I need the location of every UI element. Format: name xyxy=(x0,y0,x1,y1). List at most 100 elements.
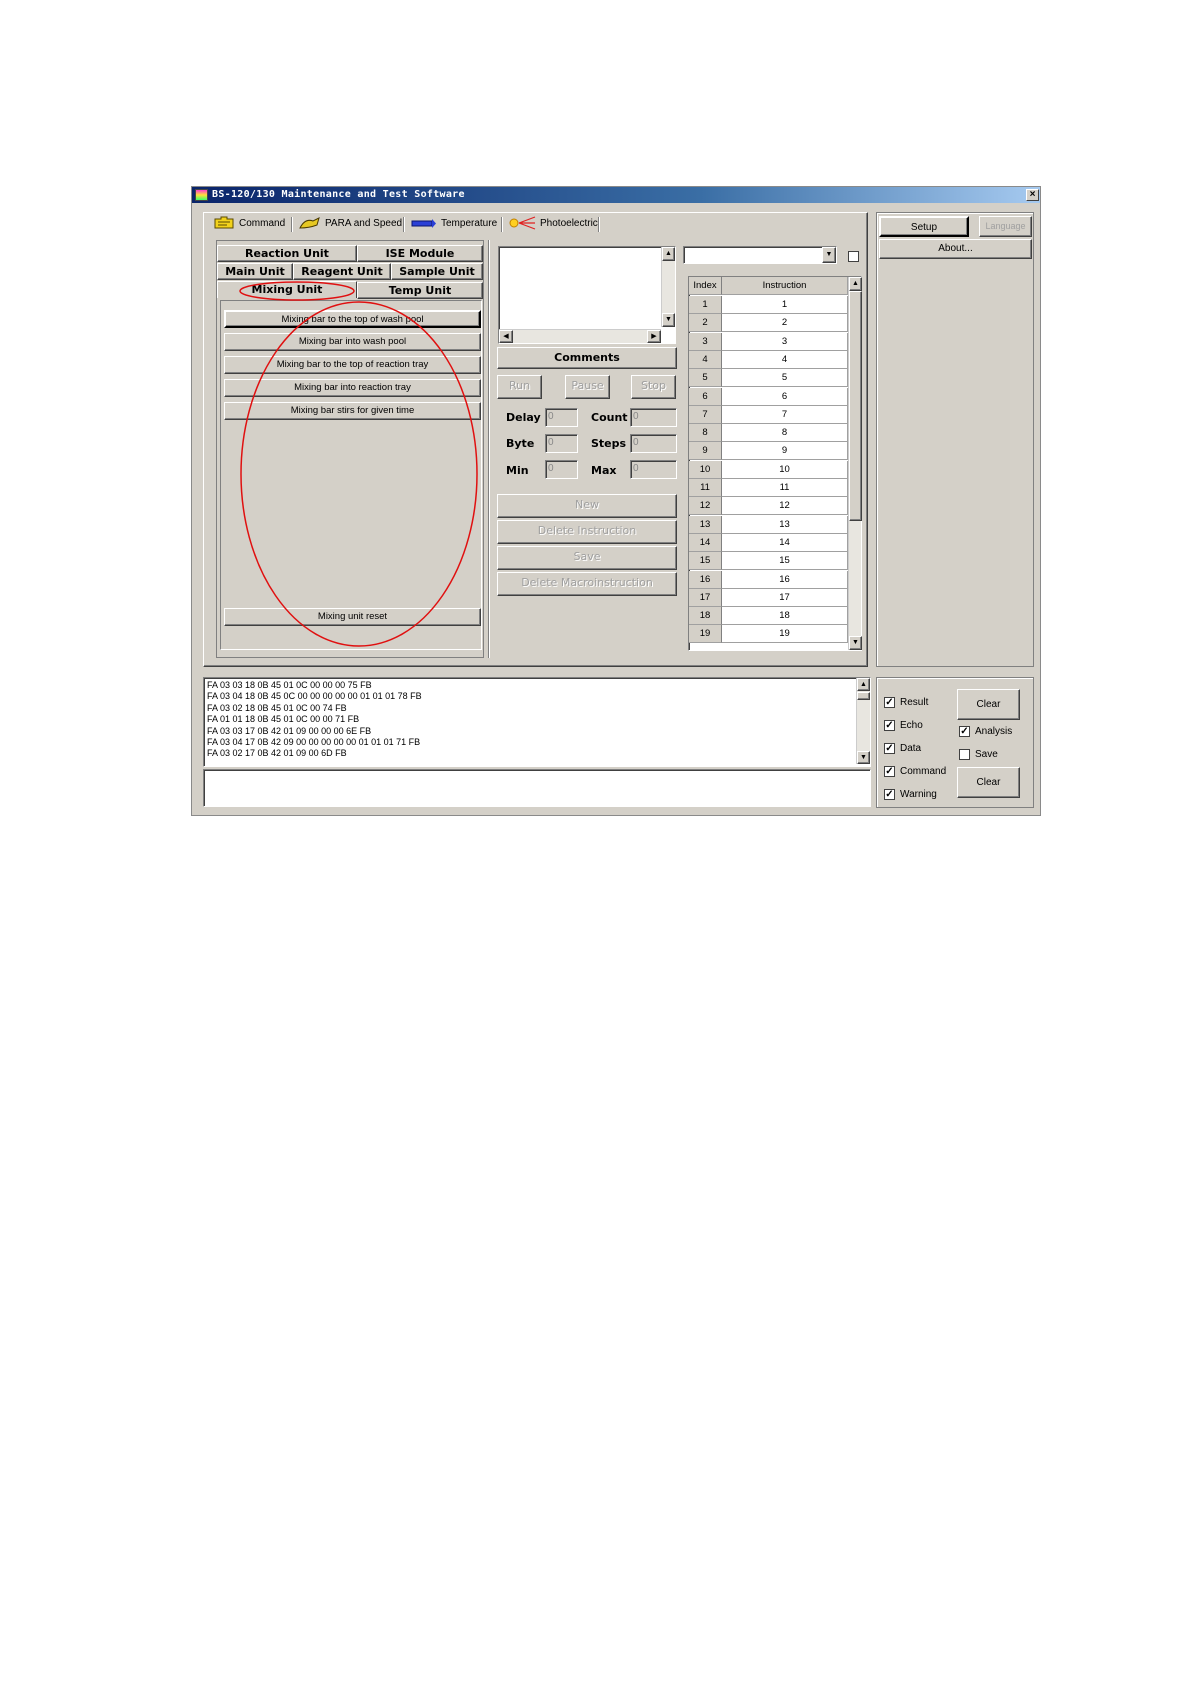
grid-row-instruction[interactable]: 1 xyxy=(722,296,848,314)
steps-field[interactable]: 0 xyxy=(630,434,677,453)
comments-textarea[interactable]: ▲ ▼ ◀ ▶ xyxy=(498,246,676,344)
vertical-scrollbar[interactable]: ▲ ▼ xyxy=(661,247,675,327)
grid-row-instruction[interactable]: 4 xyxy=(722,350,848,369)
run-button[interactable]: Run xyxy=(497,375,542,399)
min-field[interactable]: 0 xyxy=(545,460,578,479)
echo-checkbox[interactable]: ✓ xyxy=(884,720,895,731)
grid-row-instruction[interactable]: 11 xyxy=(722,479,848,497)
grid-row-instruction[interactable]: 12 xyxy=(722,497,848,516)
grid-row-index[interactable]: 8 xyxy=(689,424,722,443)
grid-row-instruction[interactable]: 2 xyxy=(722,314,848,333)
byte-field[interactable]: 0 xyxy=(545,434,578,453)
scroll-thumb[interactable] xyxy=(857,692,870,700)
cmd-mixing-bar-stirs[interactable]: Mixing bar stirs for given time xyxy=(224,402,481,420)
tab-temp-unit[interactable]: Temp Unit xyxy=(357,282,483,299)
grid-row-index[interactable]: 13 xyxy=(689,515,722,534)
scroll-left-icon[interactable]: ◀ xyxy=(499,330,513,343)
tab-photoelectric[interactable]: Photoelectric xyxy=(508,216,598,234)
grid-row-instruction[interactable]: 18 xyxy=(722,607,848,626)
grid-row-index[interactable]: 17 xyxy=(689,588,722,607)
tab-reagent-unit[interactable]: Reagent Unit xyxy=(293,263,391,280)
data-checkbox[interactable]: ✓ xyxy=(884,743,895,754)
grid-row-instruction[interactable]: 3 xyxy=(722,332,848,351)
tab-command[interactable]: Command xyxy=(213,216,285,234)
scroll-up-icon[interactable]: ▲ xyxy=(662,247,675,261)
tab-para-speed[interactable]: PARA and Speed xyxy=(299,216,402,234)
tab-mixing-unit[interactable]: Mixing Unit xyxy=(217,281,357,298)
warning-checkbox[interactable]: ✓ xyxy=(884,789,895,800)
tab-ise-module[interactable]: ISE Module xyxy=(357,245,483,262)
scroll-down-icon[interactable]: ▼ xyxy=(662,313,675,327)
stop-button[interactable]: Stop xyxy=(631,375,676,399)
cmd-mixing-bar-into-reaction-tray[interactable]: Mixing bar into reaction tray xyxy=(224,379,481,397)
chevron-down-icon[interactable]: ▼ xyxy=(822,247,836,263)
tab-sample-unit[interactable]: Sample Unit xyxy=(391,263,483,280)
scroll-down-icon[interactable]: ▼ xyxy=(849,636,862,650)
grid-scrollbar[interactable]: ▲ ▼ xyxy=(848,277,862,650)
result-checkbox[interactable]: ✓ xyxy=(884,697,895,708)
grid-row-instruction[interactable]: 13 xyxy=(722,515,848,534)
new-button[interactable]: New xyxy=(497,494,677,518)
grid-row-index[interactable]: 14 xyxy=(689,533,722,552)
grid-row-instruction[interactable]: 8 xyxy=(722,424,848,443)
delete-macroinstruction-button[interactable]: Delete Macroinstruction xyxy=(497,572,677,596)
save-checkbox[interactable] xyxy=(959,749,970,760)
grid-row-index[interactable]: 3 xyxy=(689,332,722,351)
grid-row-instruction[interactable]: 5 xyxy=(722,369,848,388)
scroll-thumb[interactable] xyxy=(849,291,862,521)
grid-row-index[interactable]: 5 xyxy=(689,369,722,388)
instruction-grid[interactable]: Index Instruction 1 1 2 2 3 3 4 4 5 5 6 6 7 7 8 8 9 9 10 10… xyxy=(688,276,862,651)
delete-instruction-button[interactable]: Delete Instruction xyxy=(497,520,677,544)
grid-row-instruction[interactable]: 10 xyxy=(722,460,848,479)
analysis-checkbox[interactable]: ✓ xyxy=(959,726,970,737)
grid-row-index[interactable]: 10 xyxy=(689,460,722,479)
command-checkbox[interactable]: ✓ xyxy=(884,766,895,777)
delay-field[interactable]: 0 xyxy=(545,408,578,427)
clear-button-2[interactable]: Clear xyxy=(957,767,1020,798)
grid-row-index[interactable]: 18 xyxy=(689,607,722,626)
save-button[interactable]: Save xyxy=(497,546,677,570)
grid-row-instruction[interactable]: 14 xyxy=(722,533,848,552)
grid-row-index[interactable]: 2 xyxy=(689,314,722,333)
close-button[interactable]: × xyxy=(1026,189,1039,201)
cmd-mixing-bar-top-wash-pool[interactable]: Mixing bar to the top of wash pool xyxy=(224,310,481,328)
scroll-up-icon[interactable]: ▲ xyxy=(857,678,870,691)
grid-row-index[interactable]: 6 xyxy=(689,387,722,406)
grid-row-index[interactable]: 9 xyxy=(689,442,722,461)
grid-row-index[interactable]: 4 xyxy=(689,350,722,369)
clear-button-1[interactable]: Clear xyxy=(957,689,1020,720)
grid-row-index[interactable]: 12 xyxy=(689,497,722,516)
cmd-mixing-bar-top-reaction-tray[interactable]: Mixing bar to the top of reaction tray xyxy=(224,356,481,374)
scroll-right-icon[interactable]: ▶ xyxy=(647,330,661,343)
grid-row-instruction[interactable]: 7 xyxy=(722,405,848,424)
grid-row-index[interactable]: 11 xyxy=(689,479,722,497)
tab-temperature[interactable]: Temperature xyxy=(411,216,497,234)
tab-main-unit[interactable]: Main Unit xyxy=(217,263,293,280)
grid-row-index[interactable]: 7 xyxy=(689,405,722,424)
count-field[interactable]: 0 xyxy=(630,408,677,427)
language-button[interactable]: Language xyxy=(979,216,1032,237)
setup-button[interactable]: Setup xyxy=(879,216,969,237)
log-panel[interactable]: FA 03 03 18 0B 45 01 0C 00 00 00 75 FB FA… xyxy=(203,677,871,767)
command-input[interactable] xyxy=(203,769,871,807)
grid-row-index[interactable]: 19 xyxy=(689,625,722,644)
grid-row-instruction[interactable]: 15 xyxy=(722,552,848,571)
grid-row-instruction[interactable]: 17 xyxy=(722,588,848,607)
title-bar[interactable]: BS-120/130 Maintenance and Test Software… xyxy=(192,187,1040,203)
macro-select[interactable]: ▼ xyxy=(683,246,837,264)
grid-row-index[interactable]: 15 xyxy=(689,552,722,571)
grid-row-index[interactable]: 16 xyxy=(689,570,722,589)
grid-row-index[interactable]: 1 xyxy=(689,296,722,314)
cmd-mixing-bar-into-wash-pool[interactable]: Mixing bar into wash pool xyxy=(224,333,481,351)
grid-row-instruction[interactable]: 19 xyxy=(722,625,848,644)
scroll-up-icon[interactable]: ▲ xyxy=(849,277,862,291)
max-field[interactable]: 0 xyxy=(630,460,677,479)
about-button[interactable]: About... xyxy=(879,239,1032,259)
horizontal-scrollbar[interactable]: ◀ ▶ xyxy=(499,329,661,343)
grid-row-instruction[interactable]: 16 xyxy=(722,570,848,589)
pause-button[interactable]: Pause xyxy=(565,375,610,399)
cmd-mixing-unit-reset[interactable]: Mixing unit reset xyxy=(224,608,481,626)
grid-row-instruction[interactable]: 6 xyxy=(722,387,848,406)
log-scrollbar[interactable]: ▲ ▼ xyxy=(856,678,870,764)
scroll-down-icon[interactable]: ▼ xyxy=(857,751,870,764)
